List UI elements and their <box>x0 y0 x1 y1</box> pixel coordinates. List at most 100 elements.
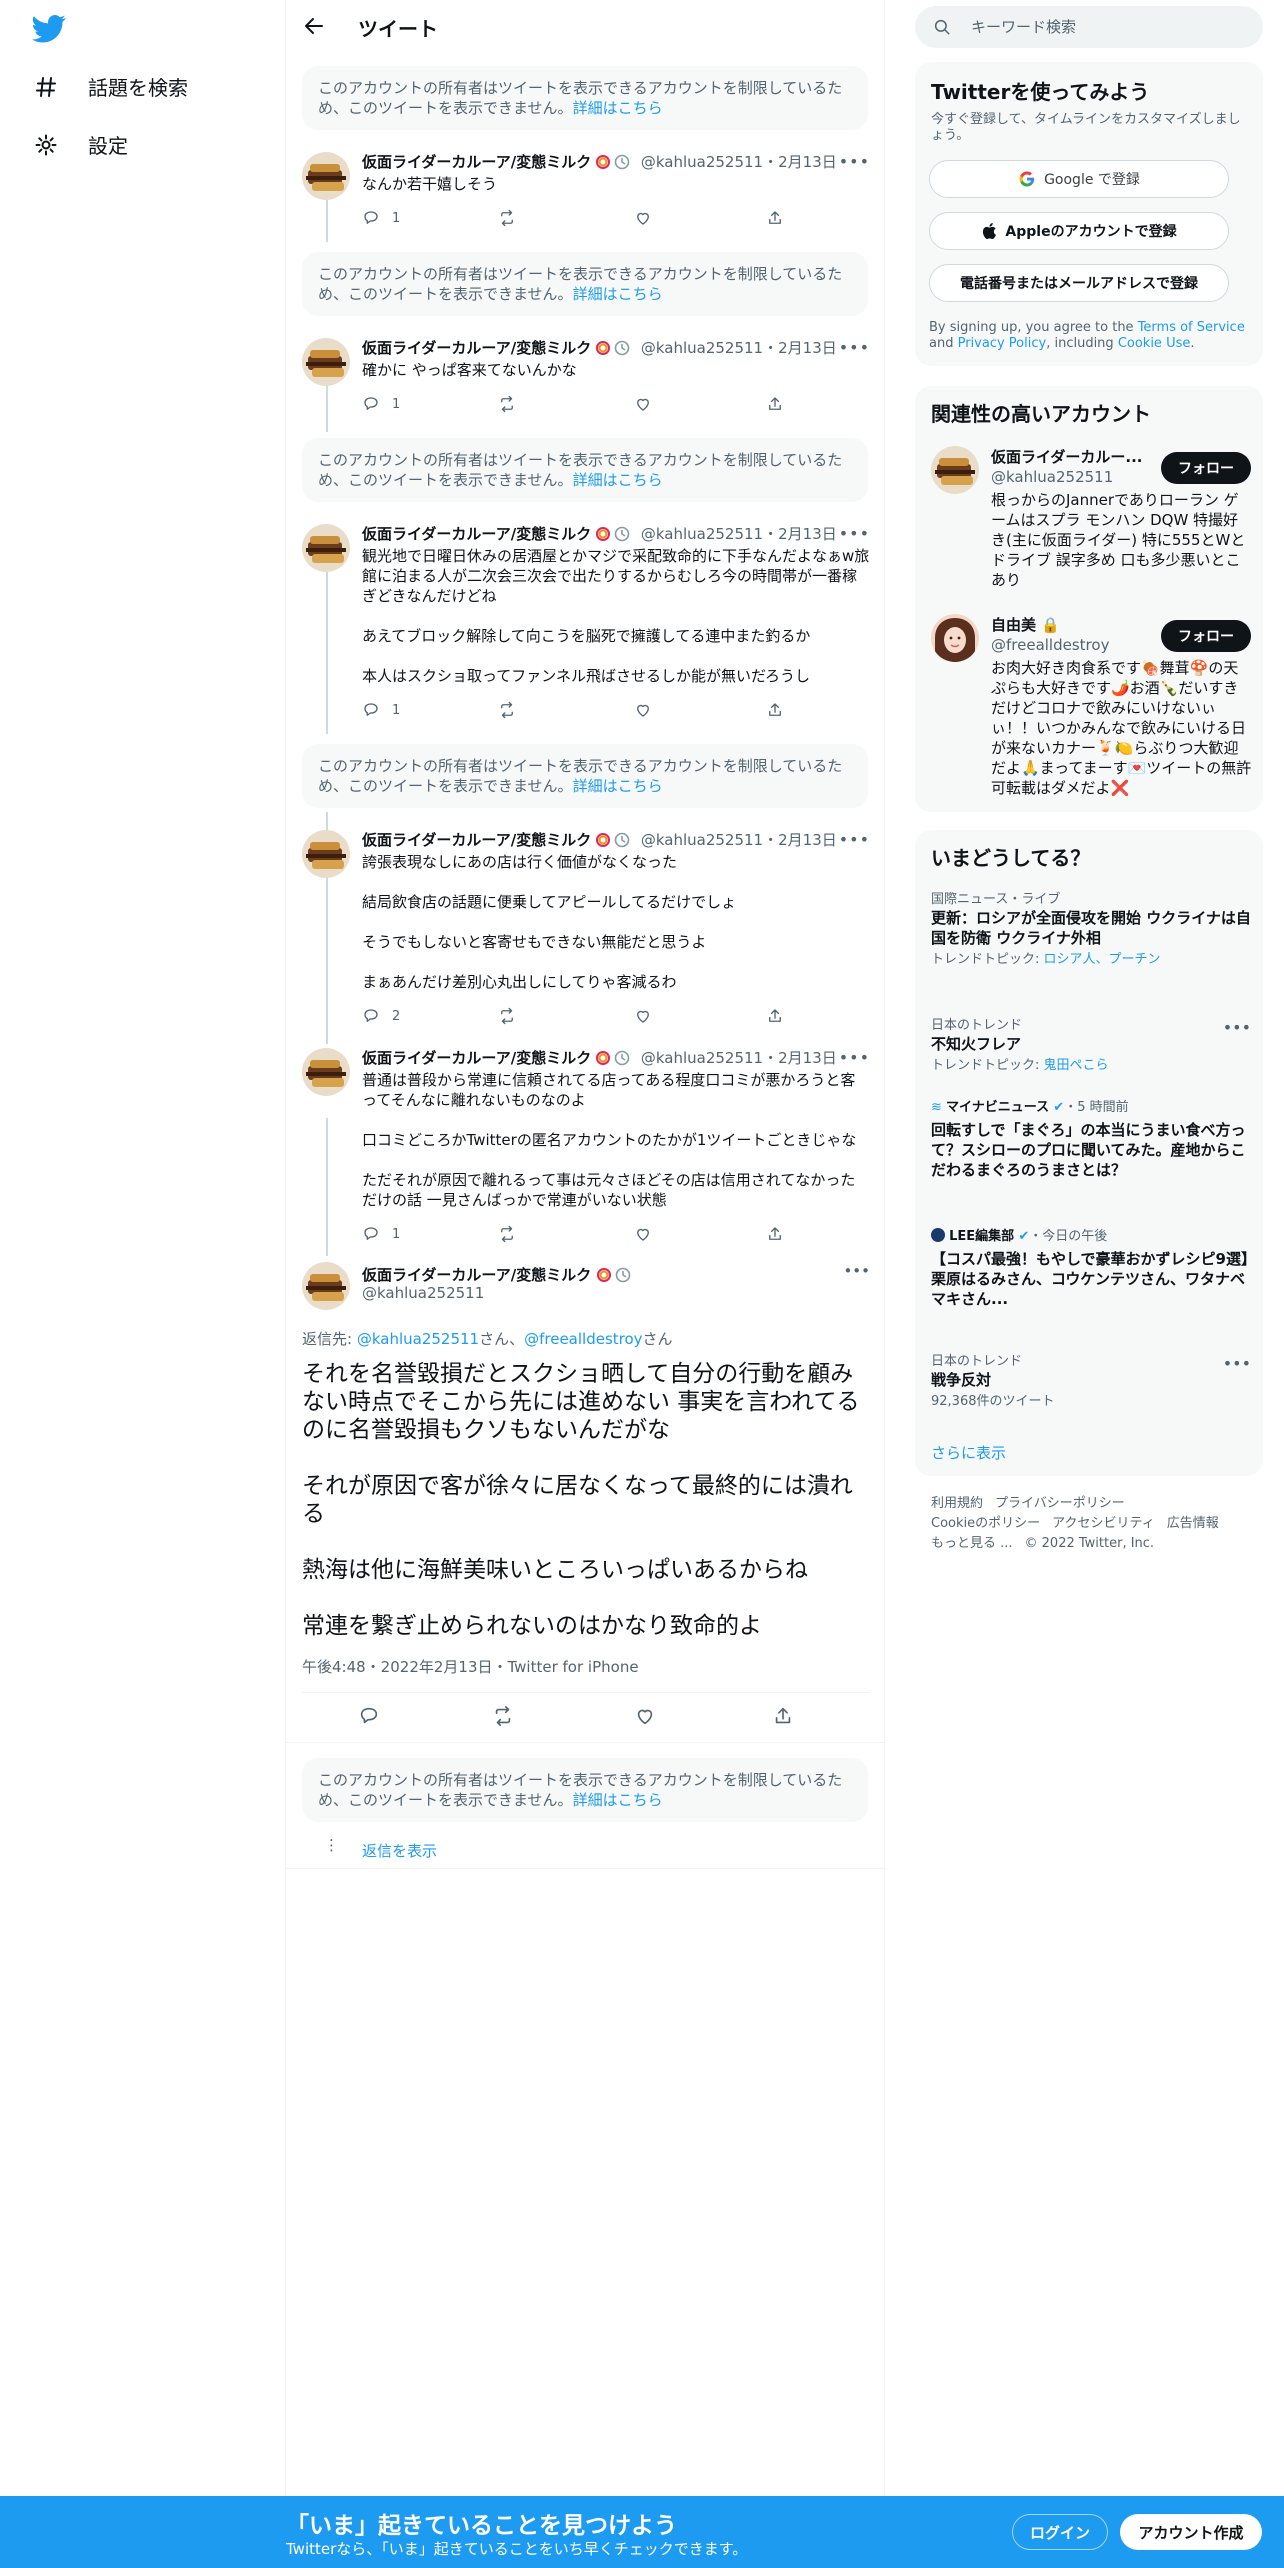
search-box[interactable] <box>915 6 1263 48</box>
reply-button[interactable] <box>358 1705 380 1727</box>
account-name[interactable]: 自由美 🔒 <box>991 614 1151 635</box>
retweet-button[interactable] <box>498 395 516 413</box>
back-arrow-icon[interactable] <box>302 14 326 38</box>
signup-button[interactable]: アカウント作成 <box>1120 2514 1262 2550</box>
trend-item[interactable]: 国際ニュース・ライブ 更新：ロシアが全面侵攻を開始 ウクライナは自国を防衛 ウク… <box>931 892 1251 968</box>
follow-button[interactable]: フォロー <box>1161 452 1251 484</box>
learn-more-link[interactable]: 詳細はこちら <box>573 1791 663 1809</box>
apple-signup-button[interactable]: Appleのアカウントで登録 <box>929 212 1229 250</box>
google-signup-button[interactable]: Google で登録 <box>929 160 1229 198</box>
author-handle[interactable]: @kahlua252511 <box>362 1284 484 1302</box>
retweet-button[interactable] <box>498 209 516 227</box>
share-button[interactable] <box>766 701 784 719</box>
terms-link[interactable]: Terms of Service <box>1138 320 1245 335</box>
author-name[interactable]: 仮面ライダーカルーア/変態ミルク <box>362 831 591 849</box>
author-handle[interactable]: @kahlua252511 <box>641 1049 763 1067</box>
footer-link[interactable]: アクセシビリティ <box>1052 1516 1155 1531</box>
reply-button[interactable]: 1 <box>362 1225 400 1243</box>
trend-item[interactable]: LEE編集部 ✔・今日の午後 【コスパ最強！もやしで豪華おかずレシピ9選】栗原は… <box>931 1228 1251 1309</box>
footer-link[interactable]: Cookieのポリシー <box>931 1516 1040 1531</box>
avatar[interactable] <box>931 446 979 494</box>
author-name[interactable]: 仮面ライダーカルーア/変態ミルク <box>362 153 591 171</box>
author-name[interactable]: 仮面ライダーカルーア/変態ミルク <box>362 1049 591 1067</box>
avatar[interactable] <box>302 1048 350 1096</box>
reply-to-link[interactable]: @kahlua252511 <box>357 1330 479 1348</box>
trend-topic-link[interactable]: 鬼田ぺこら <box>1044 1058 1109 1073</box>
more-icon[interactable]: ••• <box>839 830 870 849</box>
cookie-link[interactable]: Cookie Use <box>1118 336 1191 351</box>
share-button[interactable] <box>766 209 784 227</box>
trend-item[interactable]: 日本のトレンド 不知火フレア トレンドトピック: 鬼田ぺこら ••• <box>931 1018 1251 1074</box>
account-handle[interactable]: @kahlua252511 <box>991 468 1113 486</box>
like-button[interactable] <box>634 1225 652 1243</box>
reply-button[interactable]: 2 <box>362 1007 400 1025</box>
retweet-button[interactable] <box>498 701 516 719</box>
account-handle[interactable]: @freealldestroy <box>991 636 1109 654</box>
avatar[interactable] <box>302 152 350 200</box>
learn-more-link[interactable]: 詳細はこちら <box>573 777 663 795</box>
search-input[interactable] <box>971 6 1251 48</box>
reply-to-link[interactable]: @freealldestroy <box>524 1330 642 1348</box>
avatar[interactable] <box>302 338 350 386</box>
trend-topic-link[interactable]: ロシア人、プーチン <box>1044 952 1161 967</box>
thread-tweet[interactable]: 仮面ライダーカルーア/変態ミルク @kahlua252511・2月13日 •••… <box>302 338 870 418</box>
retweet-button[interactable] <box>492 1705 514 1727</box>
author-handle[interactable]: @kahlua252511 <box>641 153 763 171</box>
learn-more-link[interactable]: 詳細はこちら <box>573 99 663 117</box>
account-name[interactable]: 仮面ライダーカルー... <box>991 446 1151 467</box>
footer-link[interactable]: プライバシーポリシー <box>995 1496 1125 1511</box>
trend-item[interactable]: ≋ マイナビニュース ✔・5 時間前 回転すしで「まぐろ」の本当にうまい食べ方っ… <box>931 1100 1251 1180</box>
share-button[interactable] <box>772 1705 794 1727</box>
learn-more-link[interactable]: 詳細はこちら <box>573 285 663 303</box>
more-icon[interactable]: ••• <box>839 1048 870 1067</box>
share-button[interactable] <box>766 1225 784 1243</box>
twitter-logo-icon[interactable] <box>32 14 66 44</box>
account-item[interactable]: 仮面ライダーカルー... @kahlua252511 フォロー 根っからのJan… <box>931 446 1251 596</box>
author-name[interactable]: 仮面ライダーカルーア/変態ミルク <box>362 1264 637 1285</box>
tweet-timestamp[interactable]: 午後4:48・2022年2月13日・Twitter for iPhone <box>302 1656 639 1677</box>
reply-button[interactable]: 1 <box>362 701 400 719</box>
author-name[interactable]: 仮面ライダーカルーア/変態ミルク <box>362 525 591 543</box>
nav-settings[interactable]: 設定 <box>34 130 128 159</box>
like-button[interactable] <box>634 209 652 227</box>
account-item[interactable]: 自由美 🔒 @freealldestroy フォロー お肉大好き肉食系です🍖舞茸… <box>931 614 1251 804</box>
retweet-button[interactable] <box>498 1007 516 1025</box>
like-button[interactable] <box>634 701 652 719</box>
reply-button[interactable]: 1 <box>362 395 400 413</box>
follow-button[interactable]: フォロー <box>1161 620 1251 652</box>
footer-link[interactable]: 広告情報 <box>1167 1516 1219 1531</box>
show-more-link[interactable]: さらに表示 <box>931 1442 1006 1463</box>
footer-link[interactable]: 利用規約 <box>931 1496 983 1511</box>
like-button[interactable] <box>634 395 652 413</box>
author-handle[interactable]: @kahlua252511 <box>641 831 763 849</box>
avatar[interactable] <box>302 1262 350 1310</box>
more-icon[interactable]: ••• <box>1223 1354 1251 1373</box>
thread-tweet[interactable]: 仮面ライダーカルーア/変態ミルク @kahlua252511・2月13日 •••… <box>302 152 870 232</box>
privacy-link[interactable]: Privacy Policy <box>958 336 1047 351</box>
tweet-date[interactable]: 2月13日 <box>778 1049 837 1067</box>
author-handle[interactable]: @kahlua252511 <box>641 525 763 543</box>
avatar[interactable] <box>302 524 350 572</box>
tweet-date[interactable]: 2月13日 <box>778 831 837 849</box>
author-handle[interactable]: @kahlua252511 <box>641 339 763 357</box>
author-name[interactable]: 仮面ライダーカルーア/変態ミルク <box>362 339 591 357</box>
thread-tweet[interactable]: 仮面ライダーカルーア/変態ミルク @kahlua252511・2月13日 •••… <box>302 830 870 1030</box>
more-icon[interactable]: ••• <box>1223 1018 1251 1037</box>
retweet-button[interactable] <box>498 1225 516 1243</box>
tweet-date[interactable]: 2月13日 <box>778 153 837 171</box>
more-icon[interactable]: ••• <box>839 524 870 543</box>
footer-link[interactable]: もっと見る ... <box>931 1536 1013 1551</box>
like-button[interactable] <box>634 1007 652 1025</box>
avatar[interactable] <box>302 830 350 878</box>
like-button[interactable] <box>634 1705 656 1727</box>
thread-tweet[interactable]: 仮面ライダーカルーア/変態ミルク @kahlua252511・2月13日 •••… <box>302 1048 870 1248</box>
trend-item[interactable]: 日本のトレンド 戦争反対 92,368件のツイート ••• <box>931 1354 1251 1410</box>
learn-more-link[interactable]: 詳細はこちら <box>573 471 663 489</box>
more-icon[interactable]: ••• <box>843 1262 870 1280</box>
share-button[interactable] <box>766 395 784 413</box>
share-button[interactable] <box>766 1007 784 1025</box>
more-icon[interactable]: ••• <box>839 338 870 357</box>
avatar[interactable] <box>931 614 979 662</box>
nav-explore[interactable]: 話題を検索 <box>34 72 188 101</box>
tweet-date[interactable]: 2月13日 <box>778 525 837 543</box>
